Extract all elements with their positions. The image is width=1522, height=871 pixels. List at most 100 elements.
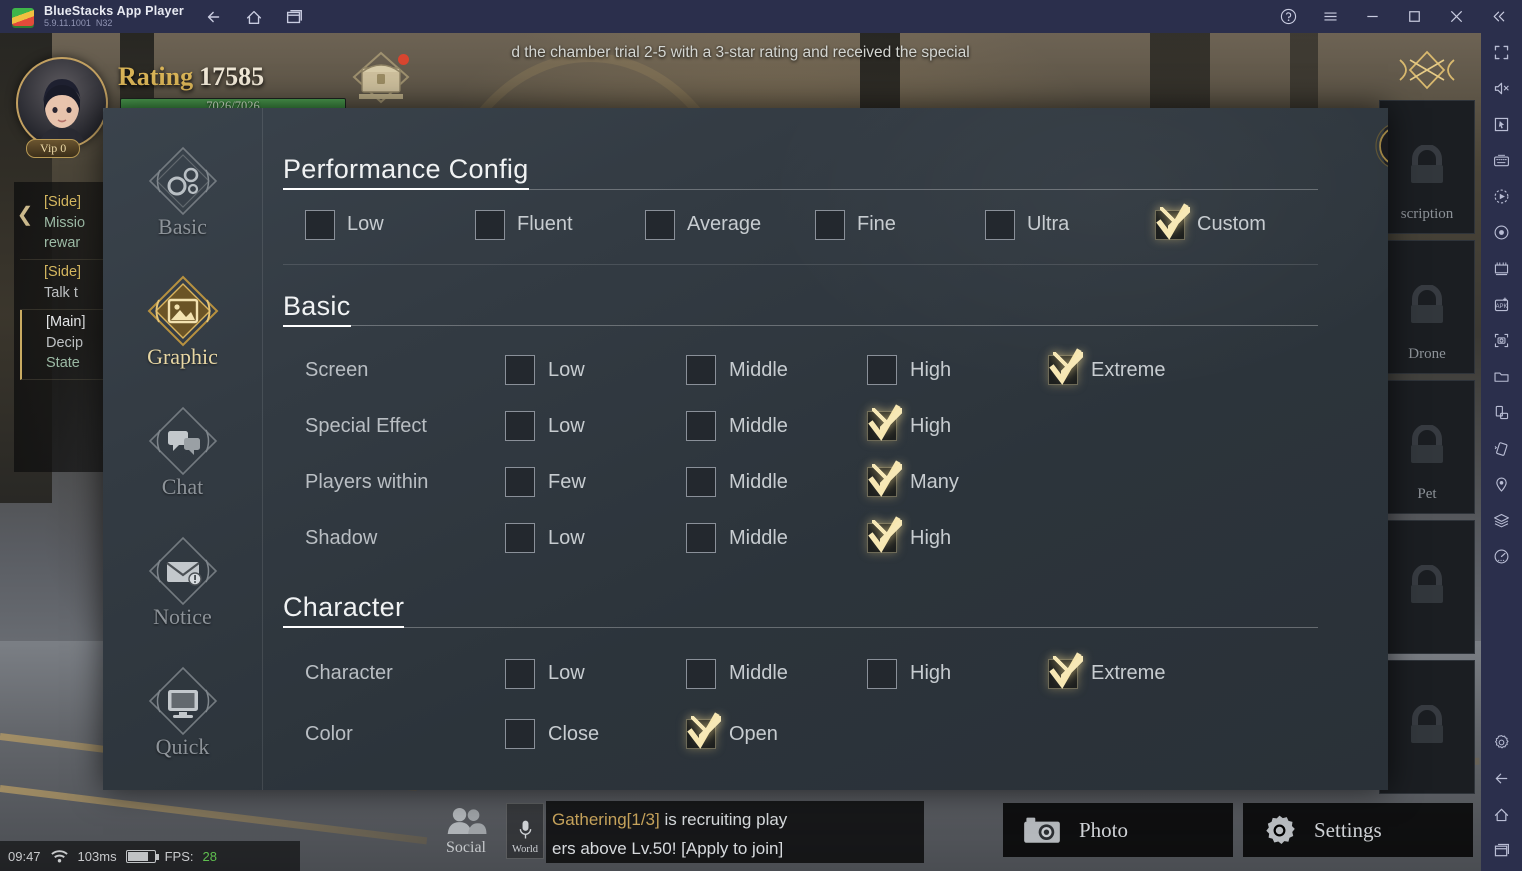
eco-mode-icon[interactable]	[1491, 545, 1513, 567]
option-character-extreme[interactable]: Extreme	[1048, 651, 1165, 689]
option-character-middle[interactable]: Middle	[686, 658, 867, 689]
macro-icon[interactable]	[1491, 185, 1513, 207]
recents-icon[interactable]	[1491, 839, 1513, 861]
social-button[interactable]: Social	[432, 806, 500, 857]
checkbox-screen-middle[interactable]	[686, 355, 716, 385]
item-card[interactable]	[1379, 520, 1475, 654]
option-special-high[interactable]: High	[867, 404, 951, 441]
option-screen-low[interactable]: Low	[505, 355, 686, 385]
sidebar-item-quick[interactable]: Quick	[119, 664, 247, 774]
checkbox-shadow-middle[interactable]	[686, 523, 716, 553]
preset-option-low[interactable]: Low	[305, 209, 475, 240]
install-apk-icon[interactable]: APK	[1491, 293, 1513, 315]
checkbox-color-open[interactable]	[686, 712, 720, 749]
sidebar-item-notice[interactable]: Notice	[119, 534, 247, 644]
keyboard-controls-icon[interactable]	[1491, 149, 1513, 171]
menu-icon[interactable]	[1320, 7, 1340, 27]
checkbox-special-low[interactable]	[505, 411, 535, 441]
section-divider	[283, 325, 1318, 326]
layers-icon[interactable]	[1491, 509, 1513, 531]
preset-option-average[interactable]: Average	[645, 209, 815, 240]
multi-instance-manager-icon[interactable]	[1491, 257, 1513, 279]
minimize-icon[interactable]	[1362, 7, 1382, 27]
option-players-few[interactable]: Few	[505, 467, 686, 497]
item-card[interactable]: Drone	[1379, 240, 1475, 374]
settings-button[interactable]: Settings	[1243, 803, 1473, 857]
back-icon[interactable]	[204, 7, 224, 27]
option-character-high[interactable]: High	[867, 658, 1048, 689]
label-special-middle: Middle	[729, 414, 788, 437]
photo-button[interactable]: Photo	[1003, 803, 1233, 857]
lock-icon	[1411, 565, 1443, 603]
checkbox-character-low[interactable]	[505, 658, 535, 689]
option-color-open[interactable]: Open	[686, 712, 778, 749]
rotate-icon[interactable]	[1491, 401, 1513, 423]
preset-option-custom[interactable]: Custom	[1155, 202, 1266, 240]
checkbox-fine[interactable]	[815, 209, 845, 240]
screenshot-icon[interactable]	[1491, 329, 1513, 351]
checkbox-players-few[interactable]	[505, 467, 535, 497]
option-screen-middle[interactable]: Middle	[686, 355, 867, 385]
option-shadow-low[interactable]: Low	[505, 523, 686, 553]
preset-option-fluent[interactable]: Fluent	[475, 209, 645, 240]
option-shadow-middle[interactable]: Middle	[686, 523, 867, 553]
sidebar-item-basic[interactable]: Basic	[119, 144, 247, 254]
preset-option-ultra[interactable]: Ultra	[985, 209, 1155, 240]
checkbox-character-middle[interactable]	[686, 658, 716, 689]
collapse-sidebar-icon[interactable]	[1488, 7, 1508, 27]
treasure-chest-icon[interactable]	[345, 50, 417, 112]
media-folder-icon[interactable]	[1491, 365, 1513, 387]
option-screen-high[interactable]: High	[867, 355, 1048, 385]
option-character-low[interactable]: Low	[505, 658, 686, 689]
checkbox-shadow-high[interactable]	[867, 516, 901, 553]
checkbox-players-many[interactable]	[867, 460, 901, 497]
option-special-low[interactable]: Low	[505, 411, 686, 441]
pointer-icon[interactable]	[1491, 113, 1513, 135]
checkbox-screen-extreme[interactable]	[1048, 348, 1082, 385]
checkbox-special-middle[interactable]	[686, 411, 716, 441]
mute-icon[interactable]	[1491, 77, 1513, 99]
settings-gear-icon[interactable]	[1491, 731, 1513, 753]
chat-box[interactable]: Gathering[1/3] is recruiting play ers ab…	[546, 801, 924, 863]
option-screen-extreme[interactable]: Extreme	[1048, 348, 1165, 385]
checkbox-character-extreme[interactable]	[1048, 651, 1082, 689]
quest-collapse-icon[interactable]: ❮	[10, 194, 40, 234]
multi-instance-icon[interactable]	[284, 7, 304, 27]
option-shadow-high[interactable]: High	[867, 516, 951, 553]
checkbox-screen-high[interactable]	[867, 355, 897, 385]
maximize-icon[interactable]	[1404, 7, 1424, 27]
option-special-middle[interactable]: Middle	[686, 411, 867, 441]
checkbox-custom[interactable]	[1155, 202, 1189, 240]
location-icon[interactable]	[1491, 473, 1513, 495]
avatar[interactable]	[16, 57, 108, 149]
checkbox-fluent[interactable]	[475, 209, 505, 240]
item-card[interactable]: Pet	[1379, 380, 1475, 514]
home-icon[interactable]	[1491, 803, 1513, 825]
option-players-many[interactable]: Many	[867, 460, 959, 497]
world-chat-button[interactable]: World	[506, 803, 544, 859]
checkbox-color-close[interactable]	[505, 719, 535, 749]
checkbox-low[interactable]	[305, 209, 335, 240]
item-card[interactable]	[1379, 660, 1475, 794]
preset-option-fine[interactable]: Fine	[815, 209, 985, 240]
checkbox-ultra[interactable]	[985, 209, 1015, 240]
option-color-close[interactable]: Close	[505, 719, 686, 749]
sidebar-item-chat[interactable]: Chat	[119, 404, 247, 514]
fullscreen-icon[interactable]	[1491, 41, 1513, 63]
sidebar-item-graphic[interactable]: Graphic	[119, 274, 247, 384]
close-dialog-button[interactable]	[1373, 120, 1388, 172]
checkbox-average[interactable]	[645, 209, 675, 240]
option-players-middle[interactable]: Middle	[686, 467, 867, 497]
shake-icon[interactable]	[1491, 437, 1513, 459]
checkbox-special-high[interactable]	[867, 404, 901, 441]
back-icon[interactable]	[1491, 767, 1513, 789]
checkbox-character-high[interactable]	[867, 658, 897, 689]
checkbox-players-middle[interactable]	[686, 467, 716, 497]
home-icon[interactable]	[244, 7, 264, 27]
item-card[interactable]: scription	[1379, 100, 1475, 234]
record-icon[interactable]	[1491, 221, 1513, 243]
help-icon[interactable]	[1278, 7, 1298, 27]
checkbox-shadow-low[interactable]	[505, 523, 535, 553]
close-icon[interactable]	[1446, 7, 1466, 27]
checkbox-screen-low[interactable]	[505, 355, 535, 385]
